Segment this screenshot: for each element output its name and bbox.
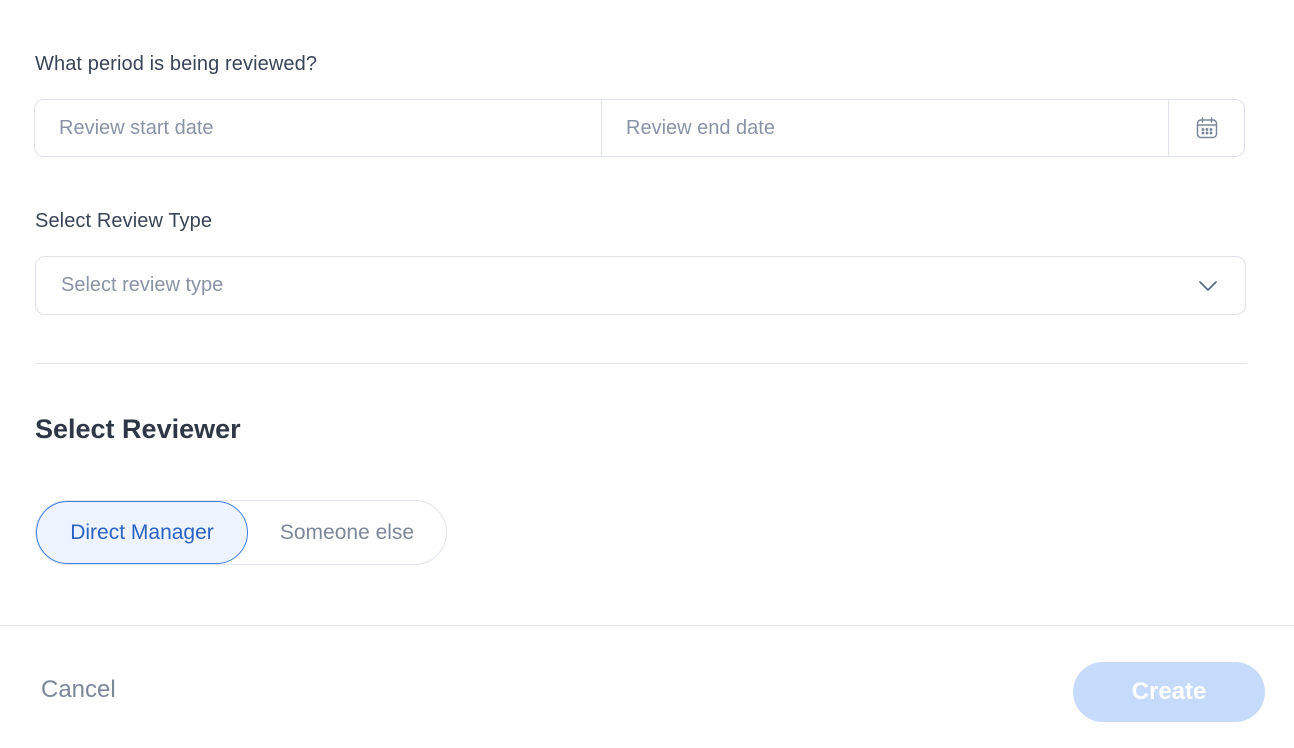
footer-divider (0, 625, 1294, 626)
reviewer-option-direct-manager[interactable]: Direct Manager (36, 501, 248, 564)
review-start-date-input[interactable]: Review start date (35, 100, 602, 156)
select-reviewer-title: Select Reviewer (35, 414, 241, 444)
reviewer-option-someone-else[interactable]: Someone else (248, 501, 446, 564)
reviewer-toggle: Direct Manager Someone else (35, 500, 447, 565)
review-date-range: Review start date Review end date (34, 99, 1245, 157)
chevron-down-icon (1199, 280, 1217, 291)
review-type-placeholder: Select review type (61, 274, 224, 296)
calendar-button[interactable] (1169, 100, 1244, 156)
cancel-button[interactable]: Cancel (41, 676, 116, 704)
create-button[interactable]: Create (1073, 662, 1265, 722)
review-type-label: Select Review Type (35, 210, 213, 232)
review-end-date-input[interactable]: Review end date (602, 100, 1169, 156)
review-type-select[interactable]: Select review type (35, 256, 1246, 315)
period-label: What period is being reviewed? (35, 53, 318, 75)
section-divider (35, 363, 1247, 364)
calendar-icon (1196, 117, 1217, 139)
